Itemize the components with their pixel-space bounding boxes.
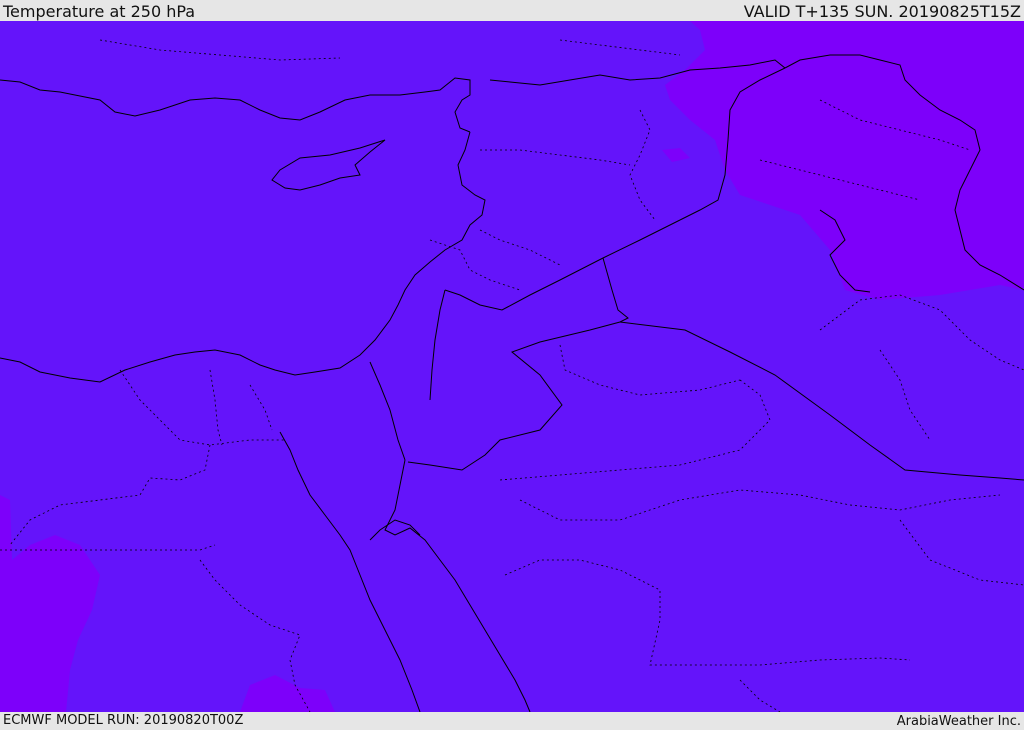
credit-label: ArabiaWeather Inc. bbox=[896, 714, 1021, 729]
valid-time-label: VALID T+135 SUN. 20190825T15Z bbox=[743, 2, 1021, 21]
map-title: Temperature at 250 hPa bbox=[3, 2, 196, 21]
map-svg bbox=[0, 21, 1024, 712]
header-bar: Temperature at 250 hPa VALID T+135 SUN. … bbox=[0, 0, 1024, 21]
footer-bar: ECMWF MODEL RUN: 20190820T00Z ArabiaWeat… bbox=[0, 712, 1024, 729]
weather-map[interactable] bbox=[0, 21, 1024, 712]
model-run-label: ECMWF MODEL RUN: 20190820T00Z bbox=[3, 713, 244, 728]
